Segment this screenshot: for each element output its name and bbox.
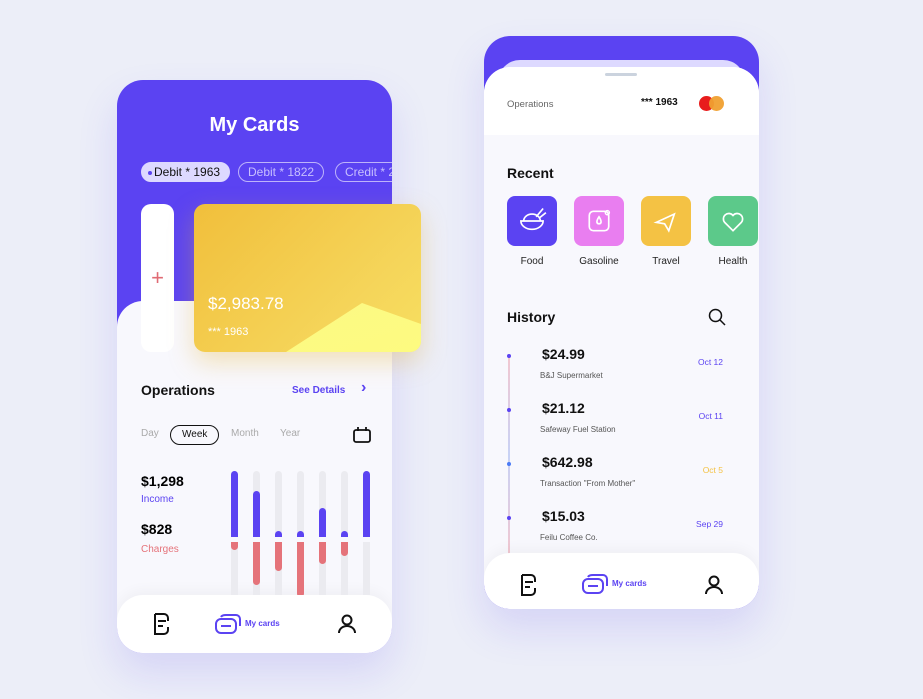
timeline-line bbox=[508, 356, 510, 556]
history-date: Oct 12 bbox=[697, 357, 723, 367]
gasoline-icon bbox=[588, 209, 611, 232]
recent-label: Travel bbox=[652, 256, 680, 267]
history-date: Oct 5 bbox=[702, 465, 723, 475]
tab-week[interactable]: Week bbox=[170, 425, 220, 445]
document-icon[interactable] bbox=[152, 612, 170, 636]
cards-icon[interactable] bbox=[581, 573, 609, 595]
bottom-nav: My cards bbox=[484, 553, 759, 609]
income-bar bbox=[231, 471, 238, 541]
charges-bar bbox=[341, 542, 348, 556]
cards-icon[interactable] bbox=[214, 613, 242, 635]
recent-label: Health bbox=[718, 256, 748, 267]
profile-icon[interactable] bbox=[337, 614, 357, 634]
profile-icon[interactable] bbox=[704, 575, 724, 595]
history-description: Feilu Coffee Co. bbox=[540, 533, 598, 542]
income-bar bbox=[363, 471, 370, 541]
card-pill-debit-1963[interactable]: Debit * 1963 bbox=[141, 162, 231, 182]
recent-travel-button[interactable] bbox=[641, 196, 691, 246]
search-icon[interactable] bbox=[708, 308, 726, 326]
history-amount[interactable]: $24.99 bbox=[542, 346, 585, 362]
calendar-icon[interactable] bbox=[353, 426, 371, 444]
header-label: Operations bbox=[507, 99, 554, 110]
charges-bar bbox=[253, 542, 260, 585]
drag-handle[interactable] bbox=[605, 73, 637, 76]
history-description: B&J Supermarket bbox=[540, 371, 603, 380]
chart-baseline bbox=[225, 537, 380, 542]
operations-title: Operations bbox=[141, 382, 215, 398]
chevron-right-icon[interactable]: › bbox=[361, 379, 366, 397]
income-charges-chart bbox=[225, 466, 380, 595]
timeline-dot bbox=[507, 516, 511, 520]
recent-gasoline-button[interactable] bbox=[574, 196, 624, 246]
card-balance: $2,983.78 bbox=[208, 294, 284, 313]
page-title: My Cards bbox=[209, 114, 300, 136]
card-pill-credit[interactable]: Credit * 2 bbox=[335, 162, 392, 182]
charges-bar bbox=[319, 542, 326, 564]
history-amount[interactable]: $21.12 bbox=[542, 400, 585, 416]
travel-icon bbox=[653, 212, 676, 233]
income-value: $1,298 bbox=[141, 473, 184, 489]
charges-label: Charges bbox=[141, 544, 179, 555]
food-icon bbox=[520, 207, 547, 231]
income-label: Income bbox=[141, 494, 174, 505]
recent-title: Recent bbox=[507, 165, 554, 181]
tab-month[interactable]: Month bbox=[231, 425, 259, 445]
bottom-nav: My cards bbox=[117, 595, 392, 653]
history-date: Sep 29 bbox=[696, 519, 723, 529]
charges-bar bbox=[231, 542, 238, 550]
timeline-dot bbox=[507, 354, 511, 358]
history-title: History bbox=[507, 309, 556, 325]
operations-screen: Operations *** 1963 Recent Food Gasoline T… bbox=[484, 36, 759, 609]
charges-bar bbox=[297, 542, 304, 595]
timeline-dot bbox=[507, 462, 511, 466]
nav-my-cards-label[interactable]: My cards bbox=[245, 619, 280, 628]
mastercard-logo-circle bbox=[709, 96, 724, 111]
recent-label: Gasoline bbox=[579, 256, 619, 267]
recent-health-button[interactable] bbox=[708, 196, 758, 246]
add-card-button[interactable]: + bbox=[141, 204, 174, 352]
health-icon bbox=[722, 212, 744, 232]
tab-year[interactable]: Year bbox=[280, 425, 300, 445]
history-description: Transaction "From Mother" bbox=[540, 479, 636, 488]
recent-label: Food bbox=[520, 256, 544, 267]
history-amount[interactable]: $642.98 bbox=[542, 454, 593, 470]
document-icon[interactable] bbox=[519, 573, 537, 597]
see-details-link[interactable]: See Details bbox=[292, 385, 345, 396]
nav-my-cards-label[interactable]: My cards bbox=[612, 579, 647, 588]
debit-card[interactable]: $2,983.78 *** 1963 bbox=[194, 204, 421, 352]
history-amount[interactable]: $15.03 bbox=[542, 508, 585, 524]
header-card-number: *** 1963 bbox=[641, 97, 678, 108]
card-pill-debit-1822[interactable]: Debit * 1822 bbox=[238, 162, 325, 182]
recent-food-button[interactable] bbox=[507, 196, 557, 246]
charges-value: $828 bbox=[141, 521, 173, 537]
history-description: Safeway Fuel Station bbox=[540, 425, 616, 434]
charges-bar bbox=[275, 542, 282, 571]
income-bar bbox=[253, 491, 260, 541]
tab-day[interactable]: Day bbox=[141, 425, 159, 445]
timeline-dot bbox=[507, 408, 511, 412]
history-date: Oct 11 bbox=[698, 411, 723, 421]
card-number: *** 1963 bbox=[208, 326, 249, 338]
